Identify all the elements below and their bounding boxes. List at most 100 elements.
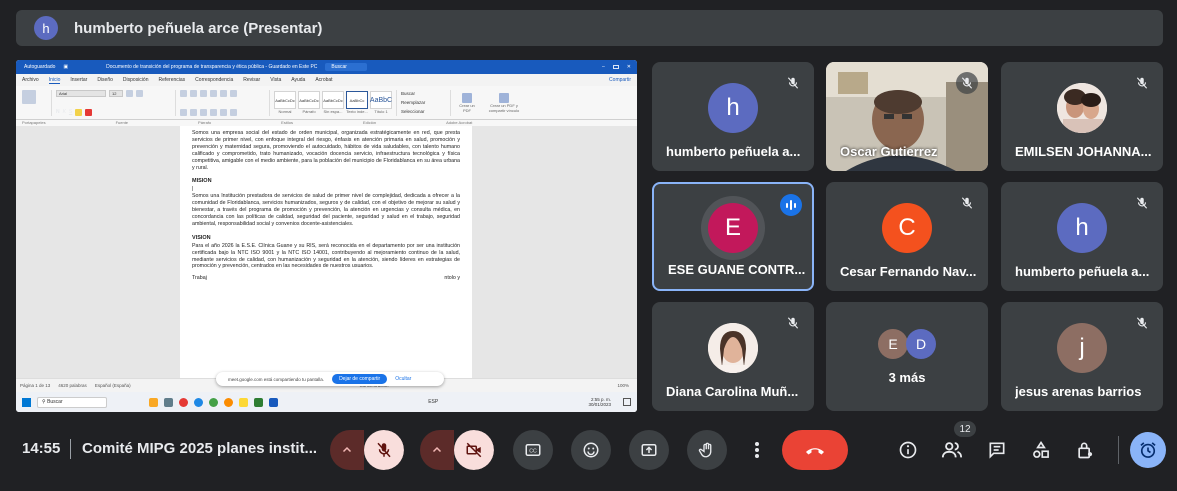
autosave-label[interactable]: Autoguardado: [24, 64, 55, 70]
numbering-icon[interactable]: [190, 89, 197, 97]
line-spacing-icon[interactable]: [220, 108, 227, 116]
participant-avatar: E: [708, 203, 758, 254]
tab-revisar[interactable]: Revisar: [243, 77, 260, 83]
edge-icon[interactable]: [194, 397, 203, 407]
bullets-icon[interactable]: [180, 89, 187, 97]
tray-clock[interactable]: 2:55 p. m. 30/01/2023: [588, 397, 611, 407]
taskbar-search[interactable]: ⚲ Buscar: [37, 396, 107, 408]
more-participants-tile[interactable]: E D 3 más: [826, 302, 988, 411]
tab-referencias[interactable]: Referencias: [158, 77, 185, 83]
task-view-icon[interactable]: [164, 397, 173, 407]
shrink-font-icon[interactable]: [136, 89, 143, 97]
font-select[interactable]: Arial: [56, 89, 106, 97]
find-button[interactable]: Buscar: [401, 91, 446, 96]
meeting-title[interactable]: Comité MIPG 2025 planes instit...: [82, 440, 317, 457]
word-search[interactable]: Buscar: [325, 63, 367, 71]
pilcrow-icon[interactable]: [230, 89, 237, 97]
reactions-button[interactable]: [571, 430, 611, 470]
captions-button[interactable]: CC: [513, 430, 553, 470]
tab-ayuda[interactable]: Ayuda: [291, 77, 305, 83]
save-icon[interactable]: ▣: [63, 64, 68, 70]
participant-name: jesus arenas barrios: [1015, 384, 1142, 399]
timer-button[interactable]: [1130, 432, 1166, 468]
tab-correspondencia[interactable]: Correspondencia: [195, 77, 233, 83]
participant-tile[interactable]: h humberto peñuela a...: [652, 62, 814, 171]
video-options-button[interactable]: [420, 430, 454, 470]
sort-icon[interactable]: [220, 89, 227, 97]
paste-icon[interactable]: [22, 89, 36, 104]
tab-acrobat[interactable]: Acrobat: [315, 77, 332, 83]
meeting-info-button[interactable]: [896, 438, 920, 462]
align-left-icon[interactable]: [180, 108, 187, 116]
hide-button[interactable]: Ocultar: [395, 376, 411, 382]
style-heading-1[interactable]: AaBbC Título 1: [370, 91, 392, 114]
share-button[interactable]: Compartir: [609, 77, 631, 83]
maximize-icon[interactable]: [612, 65, 619, 69]
end-call-button[interactable]: [782, 430, 848, 470]
page-count[interactable]: Página 1 de 13: [20, 383, 50, 388]
participant-tile[interactable]: Diana Carolina Muñ...: [652, 302, 814, 411]
close-icon[interactable]: ✕: [627, 64, 631, 70]
notifications-icon[interactable]: [622, 398, 631, 406]
style-normal[interactable]: AaBbCcDc Normal: [274, 91, 296, 114]
bold-icon[interactable]: N: [56, 109, 60, 115]
font-size-select[interactable]: 12: [109, 89, 123, 97]
host-controls-button[interactable]: [1073, 438, 1097, 462]
multilevel-icon[interactable]: [200, 89, 207, 97]
windows-start-icon[interactable]: [22, 397, 31, 407]
word-count[interactable]: 4620 palabras: [58, 383, 87, 388]
tab-disposicion[interactable]: Disposición: [123, 77, 149, 83]
search-icon: ⚲: [42, 399, 46, 405]
chrome-icon[interactable]: [179, 397, 188, 407]
style-paragraph[interactable]: AaBbCcDc Párrafo: [298, 91, 320, 114]
indent-icon[interactable]: [210, 89, 217, 97]
excel-icon[interactable]: [254, 397, 263, 407]
tray-language[interactable]: ESP: [428, 399, 438, 405]
more-options-button[interactable]: [745, 430, 769, 470]
underline-icon[interactable]: S: [69, 109, 72, 115]
tab-insertar[interactable]: Insertar: [70, 77, 87, 83]
style-no-spacing[interactable]: AaBbCcDc Sin espa...: [322, 91, 344, 114]
minimize-icon[interactable]: –: [602, 64, 605, 70]
create-share-pdf-button[interactable]: Crear un PDF y compartir vínculo: [485, 92, 523, 113]
tab-inicio[interactable]: Inicio: [48, 77, 61, 84]
create-pdf-button[interactable]: Crear un PDF: [455, 92, 479, 113]
chat-button[interactable]: [985, 438, 1009, 462]
tab-archivo[interactable]: Archivo: [22, 77, 39, 83]
firefox-icon[interactable]: [224, 397, 233, 407]
grow-font-icon[interactable]: [126, 89, 133, 97]
raise-hand-button[interactable]: [687, 430, 727, 470]
stop-sharing-button[interactable]: Dejar de compartir: [332, 374, 388, 384]
widgets-icon[interactable]: [149, 397, 158, 407]
borders-icon[interactable]: [230, 108, 237, 116]
participant-tile[interactable]: j jesus arenas barrios: [1001, 302, 1163, 411]
participant-tile[interactable]: Oscar Gutierrez: [826, 62, 988, 171]
participant-tile[interactable]: C Cesar Fernando Nav...: [826, 182, 988, 291]
align-center-icon[interactable]: [190, 108, 197, 116]
style-text-indent[interactable]: AaBbCc Texto inde...: [346, 91, 368, 114]
align-right-icon[interactable]: [200, 108, 207, 116]
participant-tile-speaking[interactable]: E ESE GUANE CONTR...: [652, 182, 814, 291]
activities-button[interactable]: [1029, 438, 1053, 462]
zoom-level[interactable]: 100%: [617, 383, 629, 388]
present-button[interactable]: [629, 430, 669, 470]
tab-diseno[interactable]: Diseño: [97, 77, 113, 83]
language[interactable]: Español (España): [95, 383, 131, 388]
participant-tile[interactable]: EMILSEN JOHANNA...: [1001, 62, 1163, 171]
browser-icon[interactable]: [209, 397, 218, 407]
audio-options-button[interactable]: [330, 430, 364, 470]
italic-icon[interactable]: K: [63, 109, 66, 115]
tab-vista[interactable]: Vista: [270, 77, 281, 83]
select-button[interactable]: Seleccionar: [401, 109, 446, 114]
camera-toggle-button[interactable]: [454, 430, 494, 470]
file-explorer-icon[interactable]: [239, 397, 248, 407]
replace-button[interactable]: Reemplazar: [401, 100, 446, 105]
document-page[interactable]: Somos una empresa social del estado de o…: [180, 126, 472, 378]
word-icon[interactable]: [269, 397, 278, 407]
participant-tile[interactable]: h humberto peñuela a...: [1001, 182, 1163, 291]
microphone-toggle-button[interactable]: [364, 430, 404, 470]
highlight-icon[interactable]: [75, 108, 83, 116]
justify-icon[interactable]: [210, 108, 217, 116]
participants-button[interactable]: [940, 438, 964, 462]
font-color-icon[interactable]: [85, 108, 93, 116]
